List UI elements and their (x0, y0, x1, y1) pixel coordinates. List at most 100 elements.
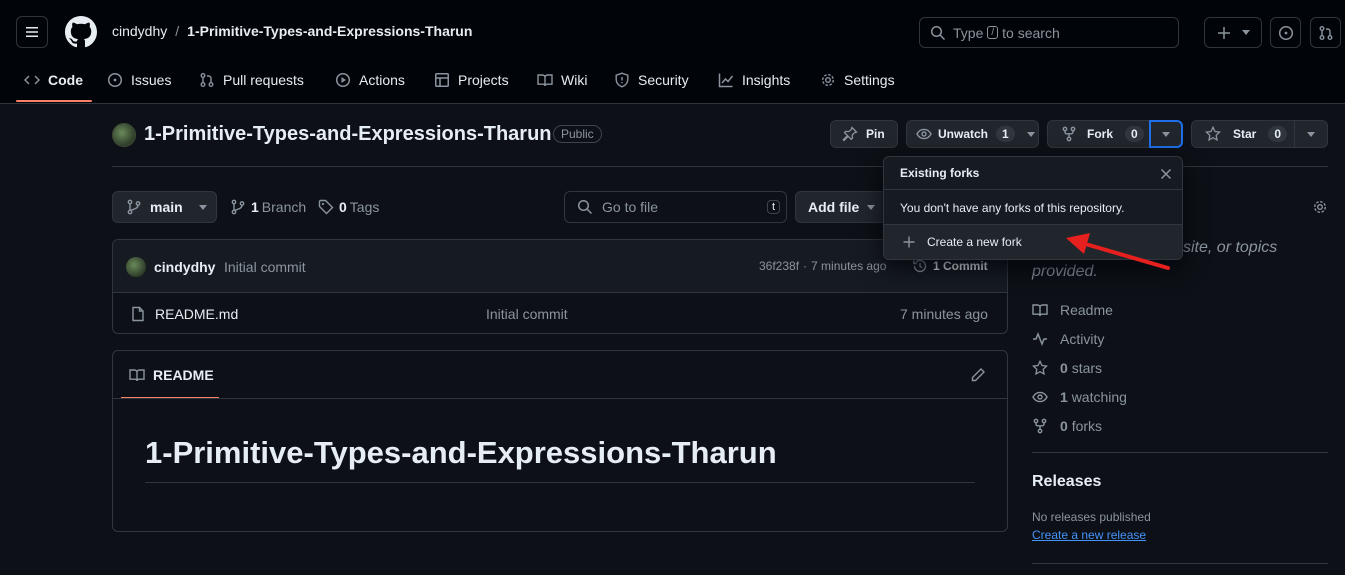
fork-dropdown-toggle[interactable] (1149, 120, 1183, 148)
tab-pull-requests[interactable]: Pull requests (199, 64, 304, 96)
tab-label: Code (48, 72, 83, 88)
github-logo-icon[interactable] (65, 16, 97, 48)
tags-count: 0 (339, 199, 347, 215)
plus-icon (903, 236, 915, 248)
sidebar-activity-label: Activity (1060, 331, 1105, 347)
commit-message[interactable]: Initial commit (224, 259, 306, 275)
readme-tab[interactable]: README (129, 367, 214, 383)
pin-button[interactable]: Pin (830, 120, 898, 148)
watch-count: 1 (996, 126, 1015, 142)
close-icon[interactable] (1160, 168, 1172, 180)
file-commit-time: 7 minutes ago (900, 306, 988, 322)
visibility-badge: Public (553, 125, 602, 143)
tab-label: Security (638, 72, 689, 88)
table-icon (435, 73, 449, 87)
star-dropdown-toggle[interactable] (1294, 120, 1328, 148)
menu-button[interactable] (16, 16, 48, 48)
tags-link[interactable]: 0 Tags (318, 199, 379, 215)
sidebar-watching-link[interactable]: 1 watching (1032, 389, 1127, 405)
graph-icon (718, 73, 734, 88)
sidebar-stars-label: stars (1071, 360, 1103, 376)
commit-hash[interactable]: 36f238f (759, 259, 799, 273)
branch-selector[interactable]: main (112, 191, 217, 223)
eye-icon (916, 128, 932, 140)
sidebar-readme-label: Readme (1060, 302, 1113, 318)
triangle-down-icon (1307, 131, 1315, 137)
git-pull-request-icon (200, 73, 214, 87)
sidebar-forks-link[interactable]: 0 forks (1032, 418, 1102, 434)
unwatch-label: Unwatch (938, 127, 989, 141)
commit-author-avatar[interactable] (126, 257, 146, 277)
issue-opened-icon (1278, 25, 1293, 40)
tags-label: Tags (349, 199, 380, 215)
tab-actions[interactable]: Actions (335, 64, 405, 96)
sidebar-stars-count: 0 (1060, 360, 1068, 376)
create-new-fork-label: Create a new fork (927, 235, 1022, 249)
gear-icon[interactable] (1312, 199, 1328, 215)
plus-icon (1218, 26, 1230, 39)
breadcrumb-repo[interactable]: 1-Primitive-Types-and-Expressions-Tharun (187, 23, 472, 39)
breadcrumb-owner[interactable]: cindydhy (112, 23, 167, 39)
issue-opened-icon (107, 72, 123, 88)
tab-insights[interactable]: Insights (718, 64, 790, 96)
tab-wiki[interactable]: Wiki (537, 64, 587, 96)
readme-tab-label: README (153, 367, 214, 383)
readme-heading-rule (145, 482, 975, 483)
tab-code[interactable]: Code (24, 64, 83, 96)
tab-settings[interactable]: Settings (820, 64, 895, 96)
repo-avatar[interactable] (112, 123, 136, 147)
create-release-link[interactable]: Create a new release (1032, 528, 1146, 542)
unwatch-button[interactable]: Unwatch 1 (906, 120, 1039, 148)
tab-security[interactable]: Security (614, 64, 689, 96)
add-file-button[interactable]: Add file (795, 191, 887, 223)
pulse-icon (1033, 331, 1047, 347)
triangle-down-icon (1026, 131, 1035, 137)
add-file-label: Add file (808, 199, 860, 215)
branches-count: 1 (251, 199, 259, 215)
go-to-file-input[interactable]: Go to file t (564, 191, 787, 223)
branches-link[interactable]: 1 Branch (230, 199, 306, 215)
search-key: / (987, 26, 999, 39)
search-icon (577, 199, 593, 215)
book-icon (537, 74, 553, 87)
commits-link[interactable]: 1 Commit (912, 258, 988, 274)
tab-projects[interactable]: Projects (434, 64, 509, 96)
search-input[interactable]: Type / to search (919, 17, 1179, 48)
fork-button[interactable]: Fork 0 (1047, 120, 1150, 148)
sidebar-activity-link[interactable]: Activity (1032, 331, 1104, 347)
readme-tab-divider (113, 398, 1007, 399)
tab-label: Insights (742, 72, 791, 88)
repo-title[interactable]: 1-Primitive-Types-and-Expressions-Tharun (144, 123, 552, 146)
go-to-file-key: t (766, 200, 780, 214)
tab-label: Projects (458, 72, 509, 88)
triangle-down-icon (1162, 131, 1170, 137)
commit-author[interactable]: cindydhy (154, 259, 215, 275)
pull-requests-button[interactable] (1310, 17, 1341, 48)
book-icon (1032, 304, 1048, 317)
star-button[interactable]: Star 0 (1191, 120, 1295, 148)
search-suffix: to search (1002, 24, 1060, 41)
repo-forked-icon (1062, 126, 1076, 142)
fork-dropdown-title: Existing forks (900, 166, 980, 180)
search-prefix: Type (953, 24, 984, 41)
git-pull-request-icon (1319, 25, 1332, 40)
commit-dot: · (803, 259, 808, 273)
tab-label: Actions (359, 72, 405, 88)
sidebar-readme-link[interactable]: Readme (1032, 302, 1113, 318)
breadcrumb: cindydhy / 1-Primitive-Types-and-Express… (112, 23, 472, 39)
triangle-down-icon (1242, 30, 1250, 35)
global-header: cindydhy / 1-Primitive-Types-and-Express… (0, 0, 1345, 104)
create-new-button[interactable] (1204, 17, 1262, 48)
star-icon (1032, 360, 1048, 376)
file-commit-message[interactable]: Initial commit (486, 306, 568, 322)
pencil-icon[interactable] (970, 367, 986, 383)
branch-name: main (150, 199, 183, 215)
tab-issues[interactable]: Issues (107, 64, 171, 96)
history-icon (913, 259, 927, 273)
sidebar-stars-link[interactable]: 0 stars (1032, 360, 1102, 376)
issues-button[interactable] (1270, 17, 1301, 48)
releases-title[interactable]: Releases (1032, 473, 1101, 491)
file-name[interactable]: README.md (155, 306, 238, 322)
no-releases-text: No releases published (1032, 510, 1151, 524)
hamburger-icon (26, 27, 38, 37)
